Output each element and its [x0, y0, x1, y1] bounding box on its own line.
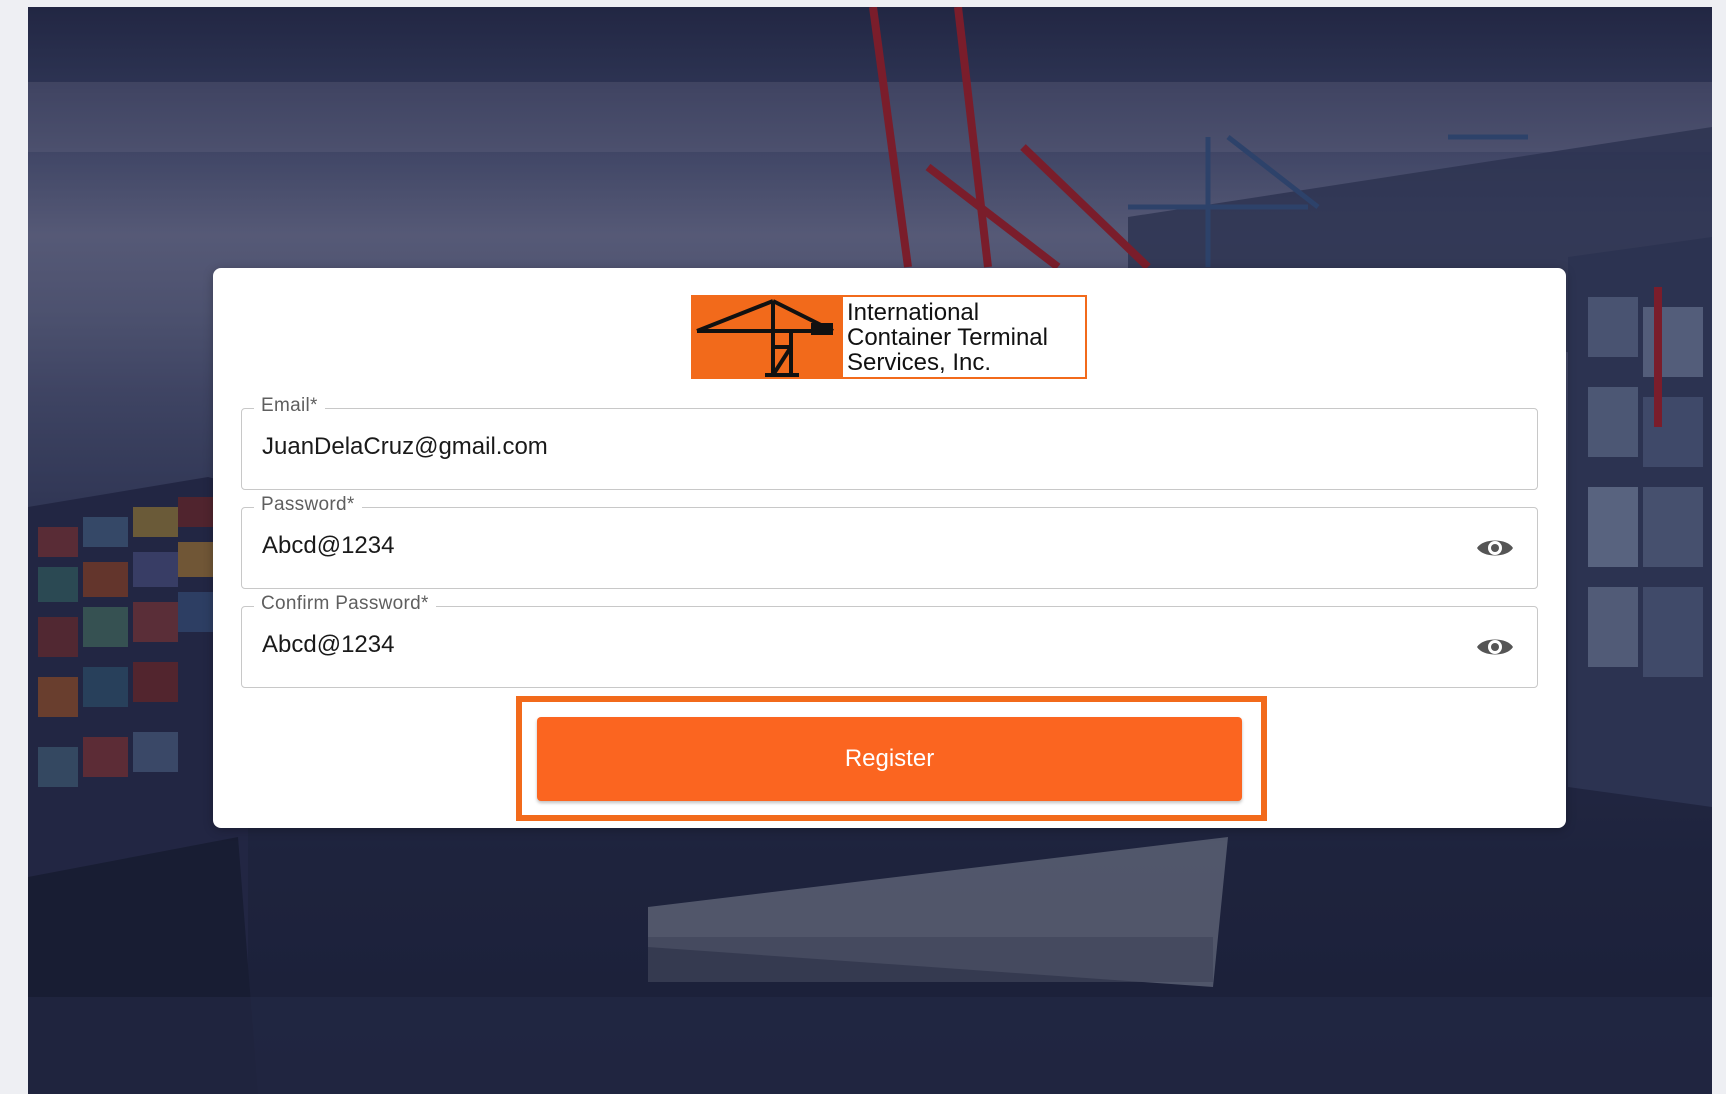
- email-field: Email*: [241, 395, 1538, 490]
- confirm-password-field: Confirm Password*: [241, 593, 1538, 688]
- confirm-password-input[interactable]: [262, 631, 1422, 659]
- logo-line-1: International: [847, 299, 980, 326]
- password-label: Password*: [254, 494, 362, 516]
- email-label: Email*: [254, 395, 325, 417]
- logo-line-3: Services, Inc.: [847, 349, 992, 376]
- register-card: International Container Terminal Service…: [213, 268, 1566, 828]
- password-input[interactable]: [262, 532, 1422, 560]
- logo-text: International Container Terminal Service…: [843, 297, 1085, 377]
- crane-icon: [693, 297, 843, 377]
- register-button[interactable]: Register: [537, 717, 1242, 801]
- confirm-password-label: Confirm Password*: [254, 593, 436, 615]
- eye-icon[interactable]: [1475, 631, 1515, 663]
- email-input[interactable]: [262, 433, 1422, 461]
- password-field: Password*: [241, 494, 1538, 589]
- logo-line-2: Container Terminal: [847, 324, 1048, 351]
- company-logo: International Container Terminal Service…: [691, 295, 1087, 379]
- eye-icon[interactable]: [1475, 532, 1515, 564]
